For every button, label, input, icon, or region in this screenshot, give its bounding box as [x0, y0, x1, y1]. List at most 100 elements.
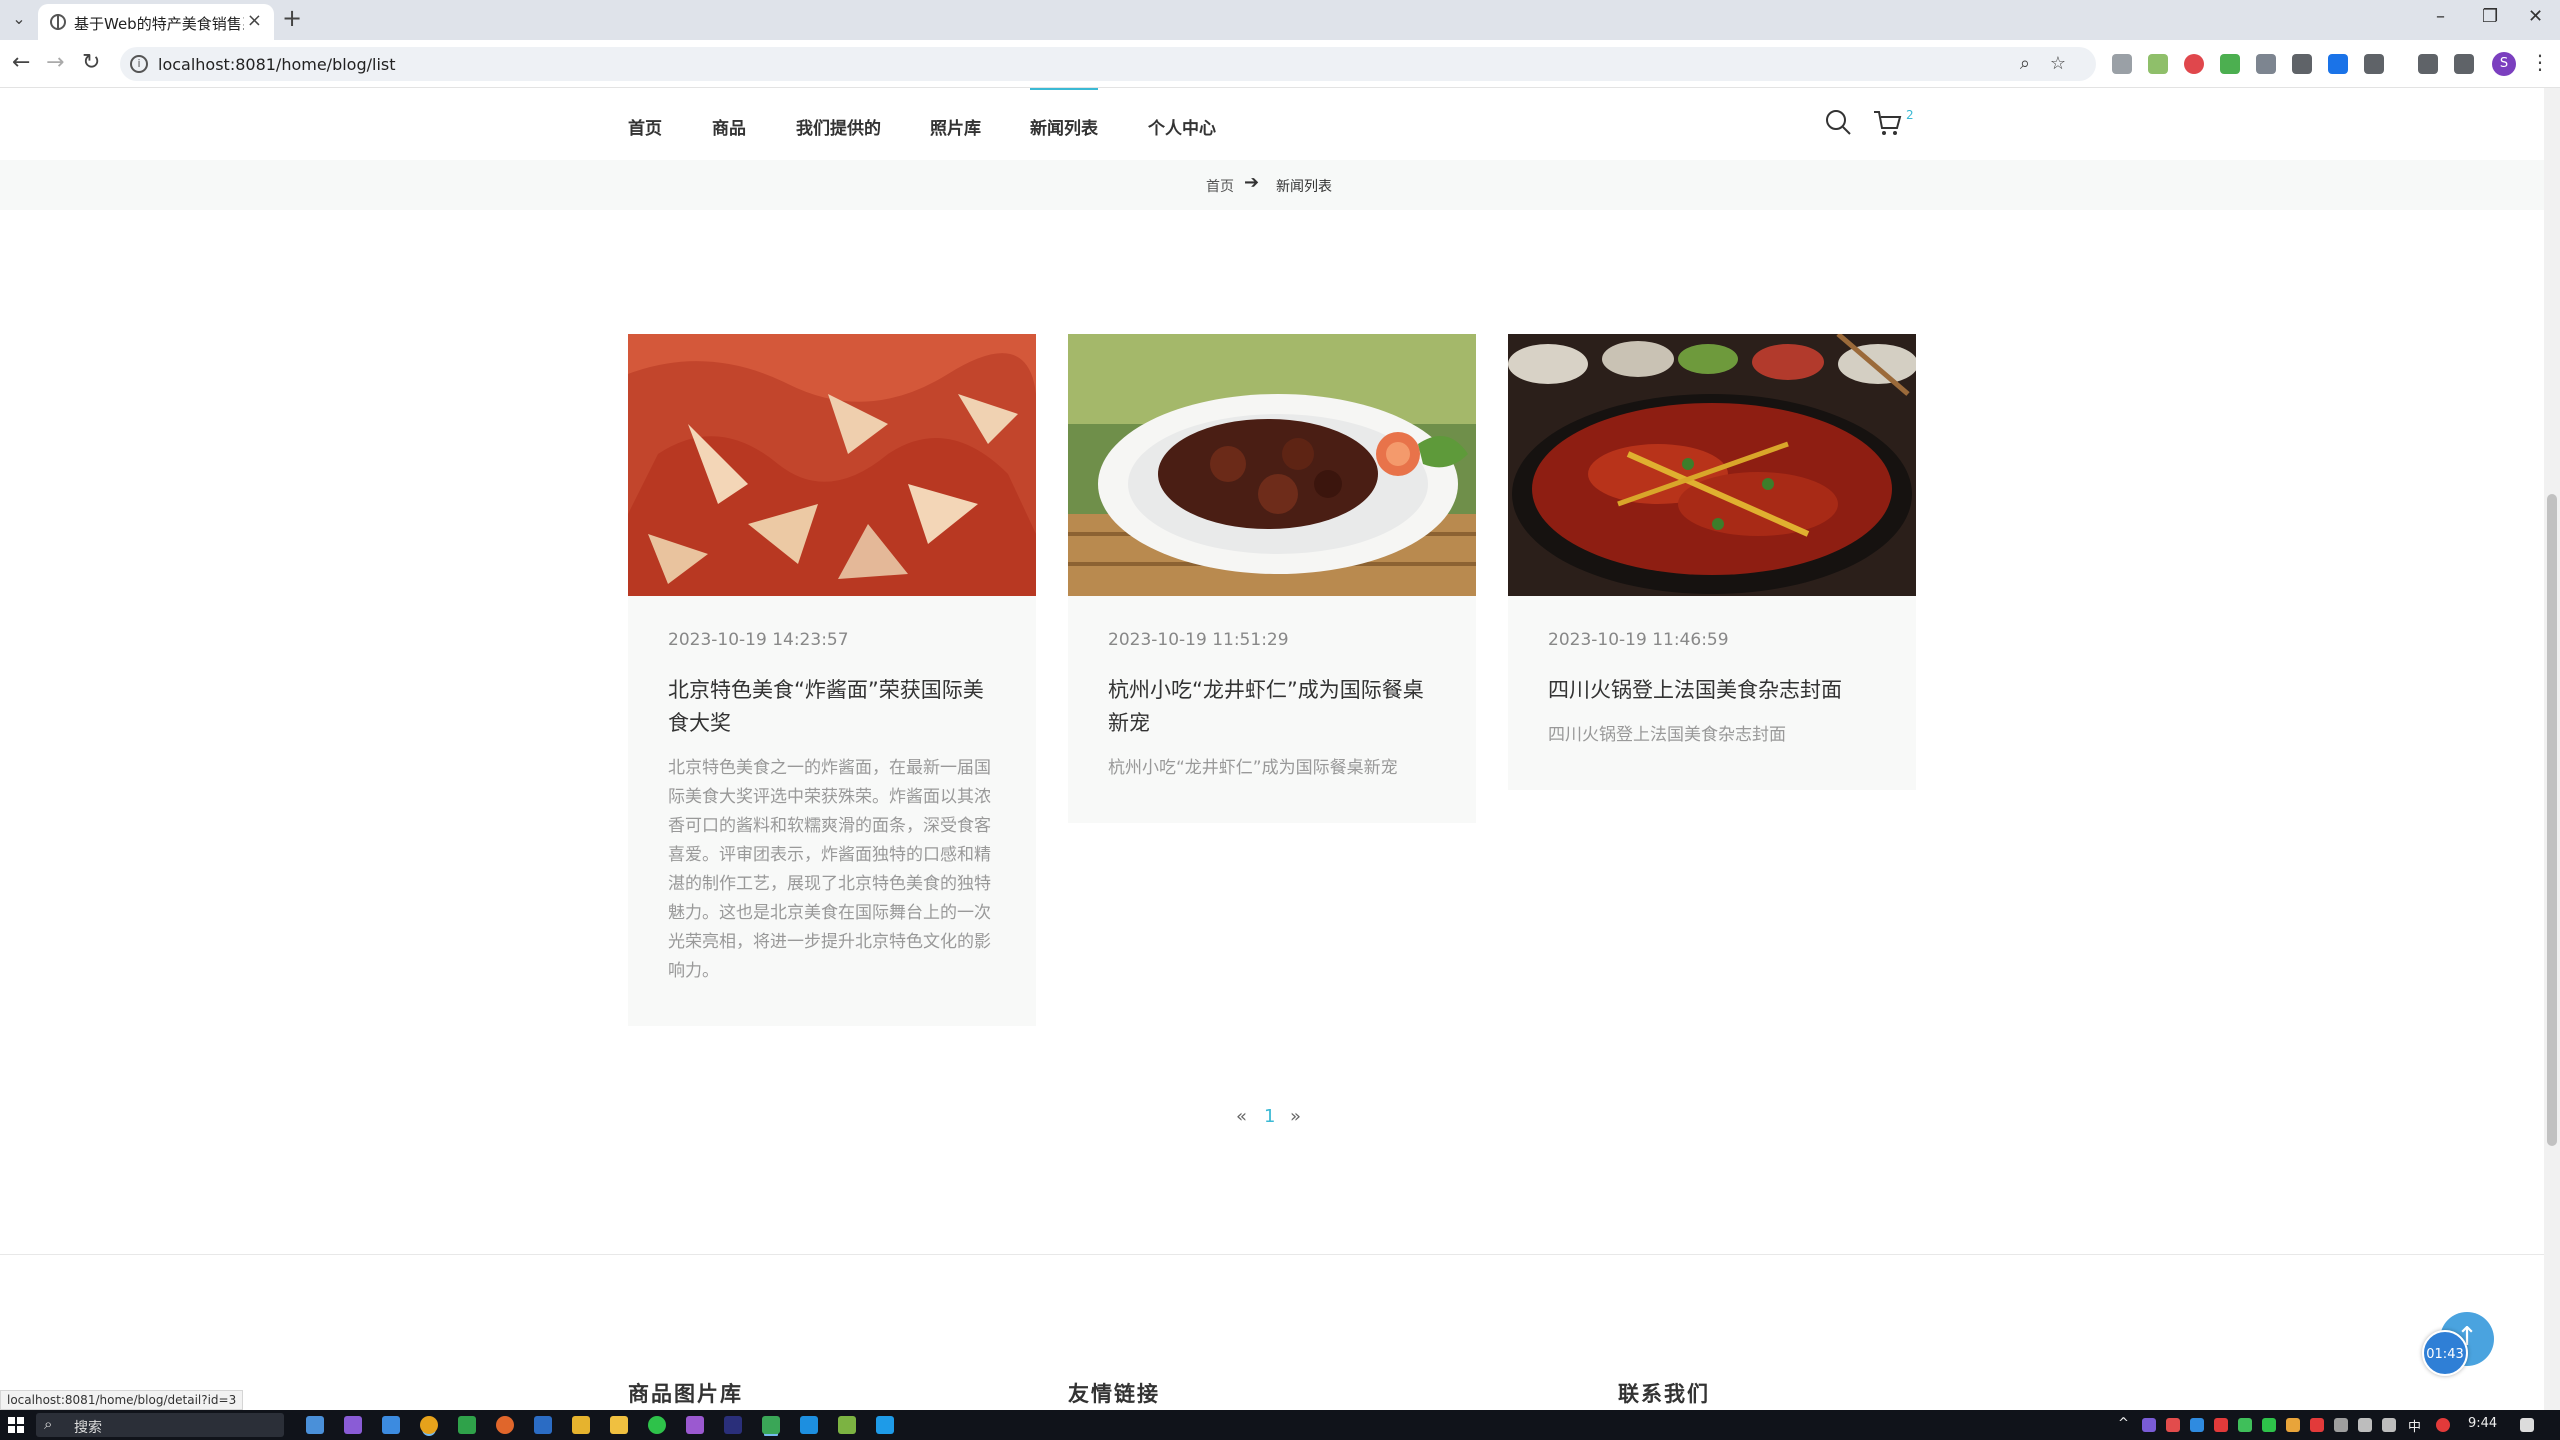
screenshot-extension-icon[interactable]	[2112, 54, 2132, 74]
page-scrollbar[interactable]	[2544, 88, 2560, 1410]
image-extension-icon[interactable]	[2148, 54, 2168, 74]
tray-chevron-icon[interactable]: ^	[2118, 1416, 2129, 1431]
footer-gallery-heading: 商品图片库	[628, 1382, 743, 1406]
pagination-next[interactable]: »	[1290, 1106, 1301, 1127]
window-close-icon[interactable]: ✕	[2528, 6, 2543, 27]
browser-toolbar: ← → ↻ i localhost:8081/home/blog/list ⌕ …	[0, 40, 2560, 88]
windows-start-icon[interactable]	[8, 1417, 24, 1433]
bookmark-star-icon[interactable]: ☆	[2050, 53, 2066, 74]
app-icon[interactable]	[534, 1416, 552, 1434]
post-date: 2023-10-19 11:46:59	[1548, 630, 1729, 650]
app-icon[interactable]	[800, 1416, 818, 1434]
side-panel-icon[interactable]	[2454, 54, 2474, 74]
forward-arrow-icon[interactable]: →	[46, 50, 64, 75]
tab-list-chevron-icon[interactable]: ⌄	[6, 9, 32, 31]
notepad-icon[interactable]	[838, 1416, 856, 1434]
vue-devtools-icon[interactable]	[2292, 54, 2312, 74]
footer-divider	[0, 1254, 2544, 1255]
post-excerpt: 杭州小吃“龙井虾仁”成为国际餐桌新宠	[1108, 758, 1398, 778]
tray-app-icon[interactable]	[2166, 1418, 2180, 1432]
ime-indicator[interactable]: 中	[2408, 1416, 2421, 1435]
browser-tab-active[interactable]: 基于Web的特产美食销售系统 ×	[38, 4, 274, 40]
page-viewport: 首页 商品 我们提供的 照片库 新闻列表 个人中心 2 首页 ➔ 新闻列表 20…	[0, 88, 2544, 1410]
nav-item-gallery[interactable]: 照片库	[930, 114, 981, 139]
site-header: 首页 商品 我们提供的 照片库 新闻列表 个人中心 2	[0, 88, 2544, 160]
post-excerpt: 四川火锅登上法国美食杂志封面	[1548, 725, 1786, 745]
ide-icon[interactable]	[724, 1416, 742, 1434]
new-tab-plus-icon[interactable]: +	[282, 4, 302, 32]
notification-icon[interactable]	[2520, 1418, 2534, 1432]
app-icon[interactable]	[344, 1416, 362, 1434]
back-arrow-icon[interactable]: ←	[12, 50, 30, 75]
pagination-prev[interactable]: «	[1236, 1106, 1247, 1127]
address-bar-url[interactable]: localhost:8081/home/blog/list	[158, 55, 396, 74]
post-image-kimchi[interactable]	[628, 334, 1036, 596]
translate-extension-icon[interactable]	[2328, 54, 2348, 74]
app-icon[interactable]	[876, 1416, 894, 1434]
nav-item-profile[interactable]: 个人中心	[1148, 114, 1216, 139]
network-icon[interactable]	[2358, 1418, 2372, 1432]
tray-app-icon[interactable]	[2436, 1418, 2450, 1432]
blog-card[interactable]: 2023-10-19 11:51:29 杭州小吃“龙井虾仁”成为国际餐桌新宠 杭…	[1068, 334, 1476, 823]
tray-app-icon[interactable]	[2310, 1418, 2324, 1432]
profile-avatar[interactable]: S	[2492, 52, 2516, 76]
post-title[interactable]: 四川火锅登上法国美食杂志封面	[1548, 674, 1876, 707]
window-restore-icon[interactable]: ❐	[2482, 6, 2498, 27]
breadcrumb-home-link[interactable]: 首页	[1206, 176, 1234, 196]
taskbar-search-box[interactable]: ⌕ 搜索	[36, 1413, 284, 1437]
post-image-hotpot[interactable]	[1508, 334, 1916, 596]
tray-app-icon[interactable]	[2238, 1418, 2252, 1432]
copy-extension-icon[interactable]	[2256, 54, 2276, 74]
downloads-icon[interactable]	[2418, 54, 2438, 74]
wechat-icon[interactable]	[648, 1416, 666, 1434]
firefox-icon[interactable]	[496, 1416, 514, 1434]
cart-icon[interactable]	[1872, 108, 1902, 138]
tray-app-icon[interactable]	[2214, 1418, 2228, 1432]
extensions-puzzle-icon[interactable]	[2364, 54, 2384, 74]
app-icon[interactable]	[686, 1416, 704, 1434]
pagination-page-1[interactable]: 1	[1264, 1106, 1275, 1127]
folder-icon[interactable]	[610, 1416, 628, 1434]
blog-card[interactable]: 2023-10-19 14:23:57 北京特色美食“炸酱面”荣获国际美食大奖 …	[628, 334, 1036, 1026]
nav-item-home[interactable]: 首页	[628, 114, 662, 139]
address-bar[interactable]: i localhost:8081/home/blog/list ⌕ ☆	[120, 47, 2096, 81]
volume-icon[interactable]	[2382, 1418, 2396, 1432]
post-excerpt: 北京特色美食之一的炸酱面，在最新一届国际美食大奖评选中荣获殊荣。炸酱面以其浓香可…	[668, 758, 991, 981]
taskbar-clock[interactable]: 9:44	[2468, 1416, 2497, 1431]
tray-wechat-icon[interactable]	[2262, 1418, 2276, 1432]
status-bar-url: localhost:8081/home/blog/detail?id=3	[0, 1390, 244, 1410]
post-title[interactable]: 杭州小吃“龙井虾仁”成为国际餐桌新宠	[1108, 674, 1436, 740]
shield-extension-icon[interactable]	[2184, 54, 2204, 74]
nav-item-services[interactable]: 我们提供的	[796, 114, 881, 139]
tray-app-icon[interactable]	[2286, 1418, 2300, 1432]
browser-menu-icon[interactable]: ⋮	[2530, 50, 2550, 74]
blog-card[interactable]: 2023-10-19 11:46:59 四川火锅登上法国美食杂志封面 四川火锅登…	[1508, 334, 1916, 790]
nav-item-products[interactable]: 商品	[712, 114, 746, 139]
taskbar-search-placeholder: 搜索	[74, 1420, 102, 1436]
tray-app-icon[interactable]	[2334, 1418, 2348, 1432]
chrome-icon[interactable]	[420, 1416, 438, 1434]
tray-app-icon[interactable]	[2190, 1418, 2204, 1432]
site-info-icon[interactable]: i	[130, 55, 148, 73]
app-icon[interactable]	[382, 1416, 400, 1434]
scrollbar-thumb[interactable]	[2547, 494, 2557, 1146]
app-icon[interactable]	[458, 1416, 476, 1434]
tab-close-icon[interactable]: ×	[247, 10, 262, 31]
browser-tabstrip: ⌄ 基于Web的特产美食销售系统 × + – ❐ ✕	[0, 0, 2560, 40]
task-view-icon[interactable]	[306, 1416, 324, 1434]
footer-contact-heading: 联系我们	[1618, 1382, 1710, 1406]
post-date: 2023-10-19 11:51:29	[1108, 630, 1289, 650]
search-icon[interactable]	[1824, 108, 1852, 136]
nav-item-news[interactable]: 新闻列表	[1030, 88, 1098, 139]
window-minimize-icon[interactable]: –	[2436, 6, 2445, 27]
search-icon: ⌕	[44, 1415, 53, 1433]
zoom-icon[interactable]: ⌕	[2020, 53, 2030, 74]
post-image-braised-meat[interactable]	[1068, 334, 1476, 596]
reload-icon[interactable]: ↻	[82, 50, 100, 75]
timer-badge[interactable]: 01:43	[2422, 1330, 2468, 1376]
file-explorer-icon[interactable]	[572, 1416, 590, 1434]
post-title[interactable]: 北京特色美食“炸酱面”荣获国际美食大奖	[668, 674, 996, 740]
app-icon[interactable]	[762, 1416, 780, 1434]
tray-app-icon[interactable]	[2142, 1418, 2156, 1432]
puzzle-extension-icon[interactable]	[2220, 54, 2240, 74]
